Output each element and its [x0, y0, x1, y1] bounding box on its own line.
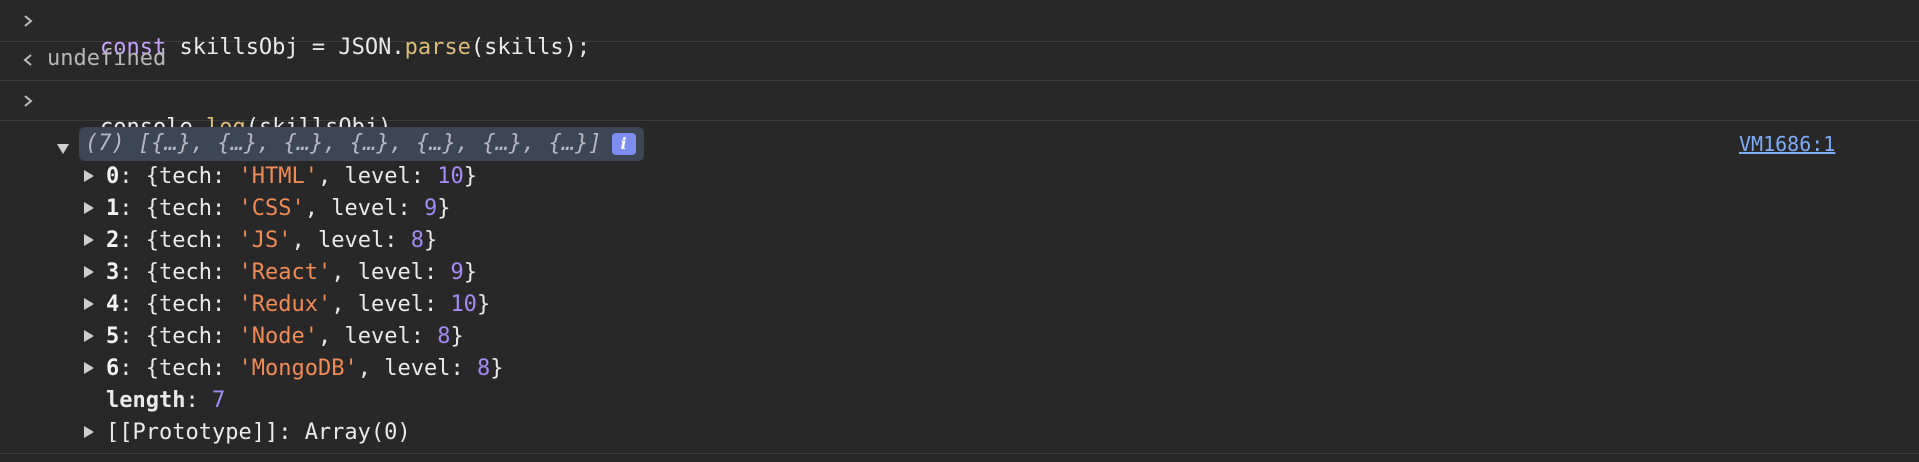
- item-key: level: [357, 259, 424, 285]
- item-key: tech: [159, 163, 212, 189]
- array-item[interactable]: 0: {tech: 'HTML', level: 10}: [82, 161, 477, 191]
- item-key: tech: [159, 323, 212, 349]
- item-key: level: [344, 323, 411, 349]
- item-key: tech: [159, 259, 212, 285]
- triangle-right-icon[interactable]: [82, 201, 96, 215]
- triangle-right-icon[interactable]: [82, 425, 96, 439]
- item-tech: 'MongoDB': [238, 355, 358, 381]
- array-item[interactable]: 1: {tech: 'CSS', level: 9}: [82, 193, 450, 223]
- item-key: tech: [159, 291, 212, 317]
- item-level: 8: [410, 227, 424, 253]
- array-item[interactable]: 2: {tech: 'JS', level: 8}: [82, 225, 437, 255]
- item-key: tech: [159, 195, 212, 221]
- prototype-property[interactable]: [[Prototype]]: Array(0): [82, 417, 411, 447]
- item-level: 10: [437, 163, 464, 189]
- item-tech: 'Redux': [238, 291, 332, 317]
- item-key: level: [357, 291, 424, 317]
- chevron-right-icon: [20, 92, 36, 110]
- length-property: length: 7: [106, 387, 226, 413]
- prototype-value: Array(0): [304, 419, 411, 445]
- prototype-label: [[Prototype]]: [106, 419, 279, 445]
- item-index: 4: [106, 291, 120, 317]
- chevron-left-icon: [20, 51, 36, 69]
- array-summary[interactable]: (7) [{…}, {…}, {…}, {…}, {…}, {…}, {…}] …: [79, 127, 644, 161]
- item-key: level: [331, 195, 398, 221]
- console-result-value: undefined: [47, 46, 167, 71]
- item-level: 9: [423, 195, 438, 221]
- item-level: 9: [450, 259, 464, 285]
- item-tech: 'CSS': [238, 195, 305, 221]
- item-index: 5: [106, 323, 120, 349]
- item-tech: 'React': [238, 259, 332, 285]
- source-link[interactable]: VM1686:1: [1739, 130, 1835, 158]
- info-icon[interactable]: i: [611, 133, 636, 155]
- item-index: 2: [106, 227, 120, 253]
- item-level: 10: [450, 291, 477, 317]
- item-key: tech: [159, 355, 212, 381]
- item-tech: 'JS': [238, 227, 292, 253]
- item-level: 8: [476, 355, 491, 381]
- length-value: 7: [211, 387, 226, 413]
- console-result-row: [0, 42, 1919, 81]
- array-item[interactable]: 3: {tech: 'React', level: 9}: [82, 257, 477, 287]
- item-index: 1: [106, 195, 120, 221]
- triangle-right-icon[interactable]: [82, 297, 96, 311]
- item-key: tech: [159, 227, 212, 253]
- array-item[interactable]: 4: {tech: 'Redux', level: 10}: [82, 289, 490, 319]
- console-panel: const skillsObj = JSON.parse(skills); un…: [0, 0, 1919, 462]
- item-key: level: [317, 227, 385, 253]
- triangle-right-icon[interactable]: [82, 265, 96, 279]
- triangle-right-icon[interactable]: [82, 233, 96, 247]
- chevron-right-icon: [20, 12, 36, 30]
- item-index: 0: [106, 163, 120, 189]
- array-summary-text: (7) [{…}, {…}, {…}, {…}, {…}, {…}, {…}]: [85, 131, 602, 156]
- triangle-down-icon[interactable]: [56, 137, 70, 154]
- triangle-right-icon[interactable]: [82, 361, 96, 375]
- array-item[interactable]: 6: {tech: 'MongoDB', level: 8}: [82, 353, 503, 383]
- item-index: 6: [106, 355, 120, 381]
- triangle-right-icon[interactable]: [82, 329, 96, 343]
- length-label: length: [106, 387, 186, 413]
- array-item[interactable]: 5: {tech: 'Node', level: 8}: [82, 321, 464, 351]
- item-level: 8: [437, 323, 451, 349]
- item-tech: 'HTML': [238, 163, 318, 189]
- item-tech: 'Node': [238, 323, 318, 349]
- triangle-right-icon[interactable]: [82, 169, 96, 183]
- item-key: level: [344, 163, 411, 189]
- item-index: 3: [106, 259, 120, 285]
- item-key: level: [384, 355, 451, 381]
